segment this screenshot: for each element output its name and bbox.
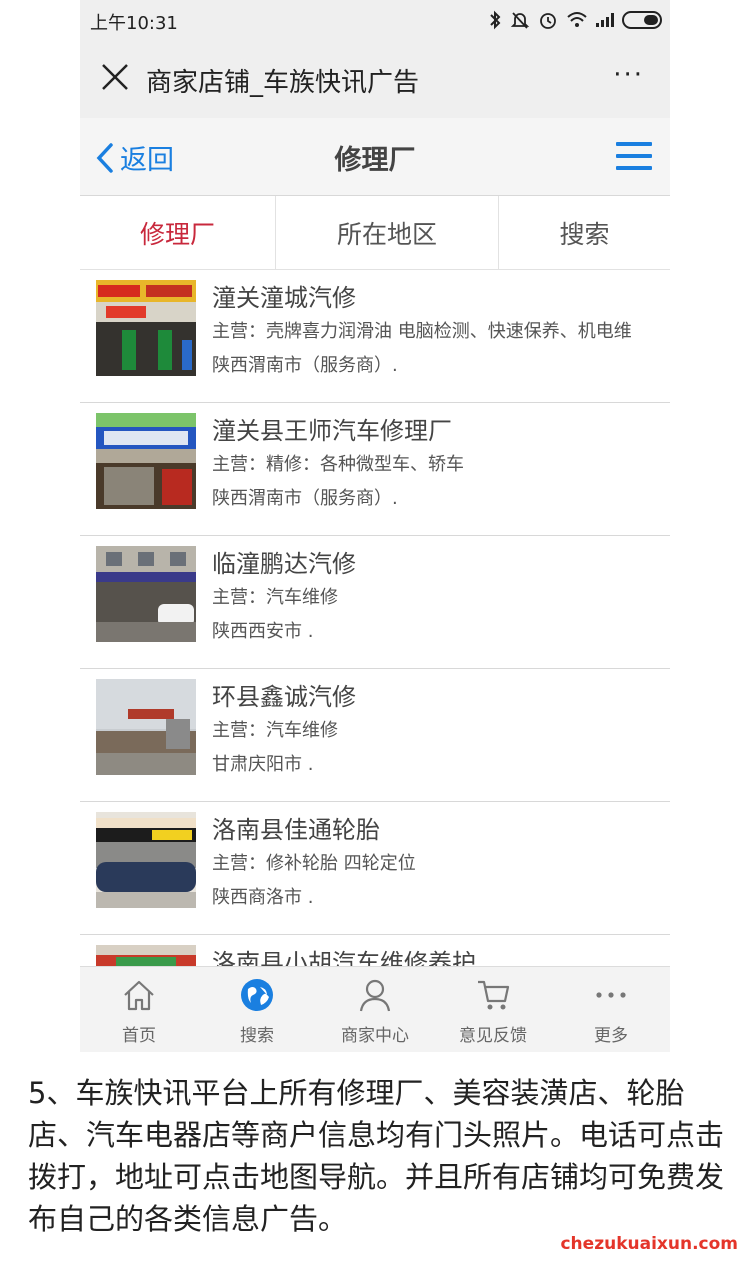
- shop-photo: [96, 546, 196, 642]
- shop-photo: [96, 413, 196, 509]
- nav-feedback[interactable]: 意见反馈: [434, 967, 552, 1052]
- nav-home-label: 首页: [122, 1026, 156, 1046]
- webview-title: 商家店铺_车族快讯广告: [146, 68, 420, 98]
- battery-level: [644, 15, 658, 25]
- nav-home[interactable]: 首页: [80, 967, 198, 1052]
- shop-photo: [96, 679, 196, 775]
- app-header: 修理厂 返回: [80, 118, 670, 196]
- shop-location: 陕西西安市 .: [212, 621, 314, 642]
- more-options-button[interactable]: ···: [613, 60, 644, 90]
- status-bar: 上午10:31: [80, 0, 670, 42]
- menu-icon[interactable]: [616, 140, 652, 172]
- more-icon: [596, 992, 626, 998]
- close-icon[interactable]: [98, 60, 132, 94]
- nav-feedback-label: 意见反馈: [459, 1026, 527, 1046]
- tab-region[interactable]: 所在地区: [276, 196, 499, 270]
- shop-location: 甘肃庆阳市 .: [212, 754, 314, 775]
- chevron-left-icon: [96, 142, 113, 173]
- tab-search[interactable]: 搜索: [499, 196, 670, 270]
- mute-icon: [510, 12, 530, 29]
- list-item[interactable]: 临潼鹏达汽修 主营：汽车维修 陕西西安市 .: [80, 536, 670, 669]
- filter-tabs: 修理厂 所在地区 搜索: [80, 196, 670, 270]
- home-icon: [124, 980, 154, 1011]
- shop-business: 主营：壳牌喜力润滑油 电脑检测、快速保养、机电维: [212, 321, 632, 342]
- list-item[interactable]: 潼关县王师汽车修理厂 主营：精修：各种微型车、轿车 陕西渭南市（服务商）.: [80, 403, 670, 536]
- shop-name: 环县鑫诚汽修: [212, 683, 356, 711]
- watermark: chezukuaixun.com: [560, 1234, 738, 1254]
- nav-more[interactable]: 更多: [552, 967, 670, 1052]
- bottom-nav: 首页 搜索 商家中心 意见反馈 更多: [80, 966, 670, 1052]
- back-button[interactable]: 返回: [96, 138, 174, 177]
- shop-photo: [96, 812, 196, 908]
- battery-icon: [622, 11, 662, 29]
- signal-icon: [596, 13, 614, 27]
- shop-business: 主营：汽车维修: [212, 587, 338, 608]
- alarm-icon: [540, 13, 556, 29]
- list-item[interactable]: 洛南县小胡汽车维修养护: [80, 935, 670, 966]
- phone-screen: 上午10:31 商家店铺_车族快讯广告 ··· 修理厂 返回 修理厂 所在地区 …: [80, 0, 670, 1052]
- user-icon: [359, 979, 391, 1012]
- list-item[interactable]: 潼关潼城汽修 主营：壳牌喜力润滑油 电脑检测、快速保养、机电维 陕西渭南市（服务…: [80, 270, 670, 403]
- shop-business: 主营：修补轮胎 四轮定位: [212, 853, 416, 874]
- nav-merchant-center[interactable]: 商家中心: [316, 967, 434, 1052]
- list-item[interactable]: 洛南县佳通轮胎 主营：修补轮胎 四轮定位 陕西商洛市 .: [80, 802, 670, 935]
- cart-icon: [478, 980, 510, 1010]
- nav-search-label: 搜索: [240, 1026, 274, 1046]
- nav-search[interactable]: 搜索: [198, 967, 316, 1052]
- shop-name: 临潼鹏达汽修: [212, 550, 356, 578]
- shop-location: 陕西渭南市（服务商）.: [212, 488, 398, 509]
- tab-repair-shop[interactable]: 修理厂: [80, 196, 276, 270]
- shop-photo: [96, 945, 196, 966]
- back-label: 返回: [120, 145, 174, 176]
- shop-business: 主营：精修：各种微型车、轿车: [212, 454, 464, 475]
- shop-business: 主营：汽车维修: [212, 720, 338, 741]
- bluetooth-icon: [490, 10, 501, 30]
- shop-list: 潼关潼城汽修 主营：壳牌喜力润滑油 电脑检测、快速保养、机电维 陕西渭南市（服务…: [80, 270, 670, 966]
- shop-photo: [96, 280, 196, 376]
- shop-name: 洛南县小胡汽车维修养护: [212, 949, 476, 966]
- shop-name: 潼关县王师汽车修理厂: [212, 417, 452, 445]
- webview-title-bar: 商家店铺_车族快讯广告 ···: [80, 42, 670, 118]
- status-icons: [488, 10, 662, 30]
- nav-more-label: 更多: [594, 1026, 628, 1046]
- nav-merchant-center-label: 商家中心: [341, 1026, 409, 1046]
- globe-icon: [241, 979, 273, 1011]
- wifi-icon: [567, 12, 587, 27]
- status-time: 上午10:31: [90, 13, 178, 34]
- shop-location: 陕西渭南市（服务商）.: [212, 355, 398, 376]
- list-item[interactable]: 环县鑫诚汽修 主营：汽车维修 甘肃庆阳市 .: [80, 669, 670, 802]
- shop-name: 潼关潼城汽修: [212, 284, 356, 312]
- shop-location: 陕西商洛市 .: [212, 887, 314, 908]
- caption-text: 5、车族快讯平台上所有修理厂、美容装潢店、轮胎店、汽车电器店等商户信息均有门头照…: [28, 1076, 725, 1236]
- shop-name: 洛南县佳通轮胎: [212, 816, 380, 844]
